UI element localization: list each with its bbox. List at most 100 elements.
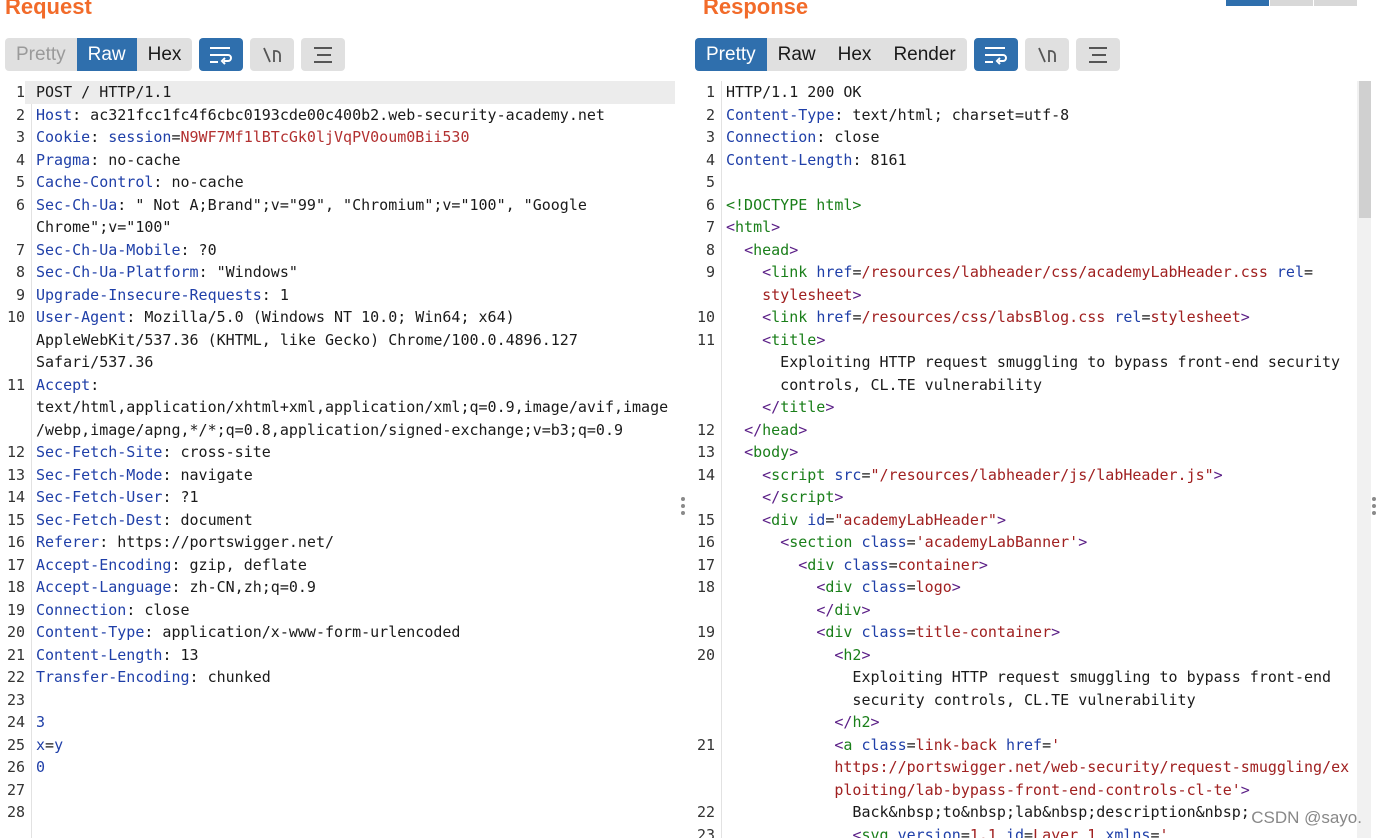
show-newlines-button[interactable] bbox=[250, 38, 295, 71]
line-number: 16 bbox=[696, 533, 715, 551]
response-scrollbar[interactable] bbox=[1357, 81, 1371, 838]
token: < bbox=[798, 555, 808, 574]
line-number bbox=[695, 711, 715, 734]
code-line: 8 Sec-Ch-Ua-Platform: "Windows" bbox=[5, 261, 675, 284]
tab-raw[interactable]: Raw bbox=[767, 38, 827, 71]
line-content: <body> bbox=[715, 441, 1355, 464]
tab-render[interactable]: Render bbox=[882, 38, 966, 71]
token: Accept bbox=[36, 375, 91, 394]
token: class bbox=[861, 623, 907, 641]
scrollbar-thumb[interactable] bbox=[1359, 81, 1371, 218]
code-line: controls, CL.TE vulnerability bbox=[695, 374, 1355, 397]
token: = bbox=[45, 735, 55, 754]
line-number: 19 bbox=[696, 623, 715, 641]
response-lines: 1 HTTP/1.1 200 OK 2 Content-Type: text/html… bbox=[695, 81, 1355, 838]
line-content: Transfer-Encoding: chunked bbox=[25, 666, 675, 689]
request-pane: Request Pretty Raw Hex 1 POST / HTTP/1.1 2… bbox=[5, 0, 675, 838]
code-line: 17 Accept-Encoding: gzip, deflate bbox=[5, 554, 675, 577]
token: section bbox=[789, 533, 853, 551]
token: Sec-Fetch-Site bbox=[36, 443, 163, 461]
line-content: HTTP/1.1 200 OK bbox=[715, 81, 1355, 104]
code-line: 16 <section class='academyLabBanner'> bbox=[695, 531, 1355, 554]
menu-button[interactable] bbox=[301, 38, 346, 71]
pane-splitter-handle[interactable] bbox=[681, 497, 685, 515]
code-line: 12 Sec-Fetch-Site: cross-site bbox=[5, 441, 675, 464]
response-editor[interactable]: 1 HTTP/1.1 200 OK 2 Content-Type: text/html… bbox=[695, 81, 1371, 838]
token: head bbox=[762, 420, 799, 439]
line-content bbox=[25, 779, 675, 802]
wrap-lines-button[interactable] bbox=[973, 38, 1018, 71]
token: AppleWebKit/537.36 (KHTML, like Gecko) C… bbox=[36, 330, 578, 349]
token: src bbox=[834, 465, 862, 484]
token: "academyLabHeader" bbox=[834, 510, 997, 529]
token: version bbox=[897, 825, 961, 838]
show-newlines-button[interactable] bbox=[1024, 38, 1069, 71]
line-content: https://portswigger.net/web-security/req… bbox=[715, 756, 1355, 779]
line-number: 9 bbox=[705, 263, 715, 281]
request-view-tabs: Pretty Raw Hex bbox=[5, 38, 193, 71]
tab-pretty[interactable]: Pretty bbox=[695, 38, 767, 71]
line-content: POST / HTTP/1.1 bbox=[25, 81, 675, 104]
request-editor[interactable]: 1 POST / HTTP/1.1 2 Host: ac321fcc1fc4f6cbc… bbox=[5, 81, 675, 838]
layout-tabs-button[interactable] bbox=[1314, 0, 1357, 6]
line-content: Upgrade-Insecure-Requests: 1 bbox=[25, 284, 675, 307]
code-line: security controls, CL.TE vulnerability bbox=[695, 689, 1355, 712]
code-line: 1 HTTP/1.1 200 OK bbox=[695, 81, 1355, 104]
token: : https://portswigger.net/ bbox=[99, 533, 335, 551]
token: < bbox=[744, 443, 754, 461]
line-content: Content-Type: application/x-www-form-url… bbox=[25, 621, 675, 644]
token: 0 bbox=[36, 758, 46, 776]
tab-hex[interactable]: Hex bbox=[137, 38, 193, 71]
tab-pretty[interactable]: Pretty bbox=[5, 38, 77, 71]
token: Cache-Control bbox=[36, 173, 154, 191]
menu-button[interactable] bbox=[1075, 38, 1120, 71]
inspector-splitter-handle[interactable] bbox=[1372, 497, 1376, 515]
line-number: 20 bbox=[696, 645, 715, 664]
code-line: 2 Content-Type: text/html; charset=utf-8 bbox=[695, 104, 1355, 127]
line-content: <html> bbox=[715, 216, 1355, 239]
layout-side-by-side-button[interactable] bbox=[1226, 0, 1269, 6]
token: = bbox=[1303, 263, 1314, 281]
line-number bbox=[695, 666, 715, 689]
code-line: 6 Sec-Ch-Ua: " Not A;Brand";v="99", "Chro… bbox=[5, 194, 675, 217]
line-number: 23 bbox=[6, 690, 25, 709]
token: Exploiting HTTP request smuggling to byp… bbox=[726, 668, 1332, 686]
code-line: 11 <title> bbox=[695, 329, 1355, 352]
token: id bbox=[807, 510, 826, 529]
token: : "Windows" bbox=[198, 263, 298, 281]
token: : chunked bbox=[189, 668, 271, 686]
code-line: Exploiting HTTP request smuggling to byp… bbox=[695, 351, 1355, 374]
code-line: 20 <h2> bbox=[695, 644, 1355, 667]
token: : ?0 bbox=[180, 240, 217, 259]
code-line: ploiting/lab-bypass-front-end-controls-c… bbox=[695, 779, 1355, 802]
layout-stacked-button[interactable] bbox=[1270, 0, 1313, 6]
line-content: Connection: close bbox=[715, 126, 1355, 149]
line-number: 13 bbox=[6, 465, 25, 484]
token: > bbox=[951, 578, 961, 596]
wrap-lines-button[interactable] bbox=[199, 38, 244, 71]
line-content: </script> bbox=[715, 486, 1355, 509]
response-pane: Response Pretty Raw Hex Render 1 HTTP/1.1… bbox=[695, 0, 1371, 838]
line-number: 19 bbox=[6, 600, 25, 619]
line-number: 2 bbox=[15, 105, 25, 124]
token: > bbox=[771, 218, 781, 236]
token: Chrome";v="100" bbox=[36, 218, 172, 236]
token: : zh-CN,zh;q=0.9 bbox=[171, 578, 316, 596]
token: > bbox=[870, 713, 880, 731]
code-line: 19 <div class=title-container> bbox=[695, 621, 1355, 644]
line-number: 17 bbox=[696, 555, 715, 574]
token: Connection bbox=[36, 600, 127, 619]
token: : gzip, deflate bbox=[171, 555, 307, 574]
token: N9WF7Mf1lBTcGk0ljVqPV0oum0Bii530 bbox=[180, 128, 470, 146]
token: logo bbox=[915, 578, 952, 596]
tab-hex[interactable]: Hex bbox=[827, 38, 883, 71]
token: </ bbox=[762, 488, 781, 506]
line-number bbox=[695, 396, 715, 419]
tab-raw[interactable]: Raw bbox=[76, 38, 137, 71]
token: : 13 bbox=[162, 645, 199, 664]
line-content bbox=[25, 801, 675, 824]
